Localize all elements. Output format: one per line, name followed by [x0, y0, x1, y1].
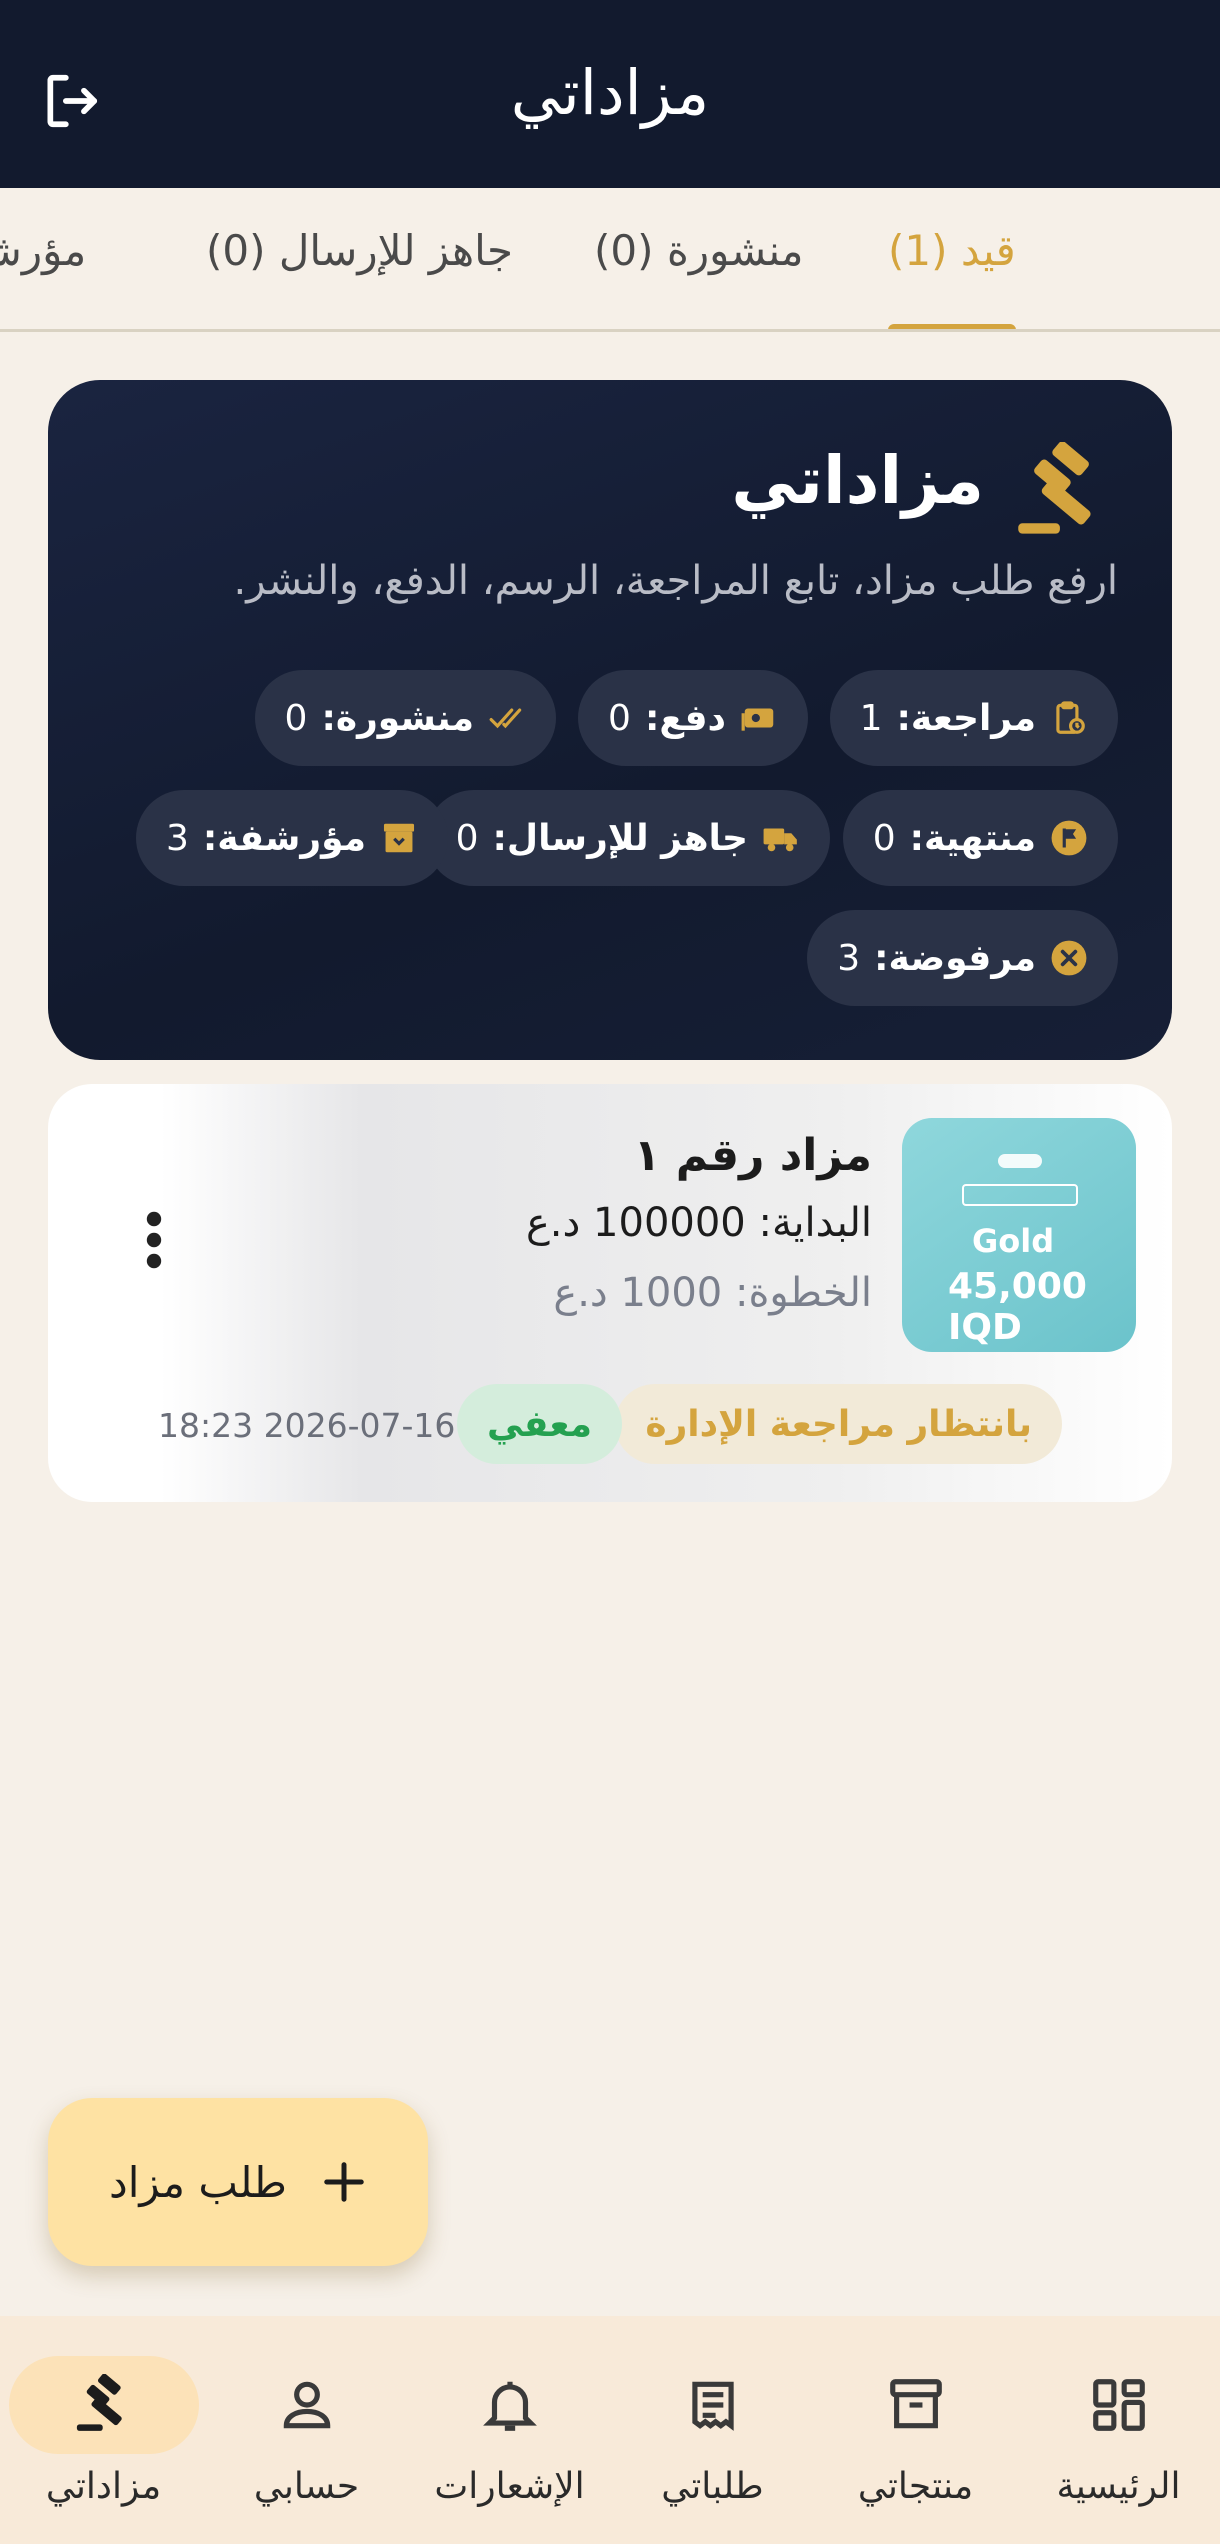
gavel-icon	[1018, 442, 1091, 534]
stat-value: 3	[165, 817, 189, 859]
gavel-icon	[76, 2374, 122, 2431]
archive-box-icon	[889, 2379, 942, 2429]
card-amount-text: 45,000 IQD	[948, 1266, 1087, 1348]
nav-label: طلباتي	[661, 2466, 764, 2507]
auction-title: مزاد رقم ١	[633, 1130, 872, 1181]
tab-archived[interactable]: مؤرشفة (3)	[0, 226, 86, 275]
auction-start-price: البداية: 100000 د.ع	[525, 1200, 872, 1246]
archive-icon	[383, 823, 415, 853]
stat-chip-payment[interactable]: دفع: 0	[578, 670, 808, 766]
nav-label: الإشعارات	[434, 2466, 585, 2507]
stat-value: 0	[284, 697, 308, 739]
tab-ready-to-ship[interactable]: جاهز للإرسال (0)	[206, 226, 513, 275]
stat-label: منتهية:	[909, 817, 1036, 859]
auction-step: الخطوة: 1000 د.ع	[553, 1270, 872, 1316]
stat-label: مؤرشفة:	[202, 817, 366, 859]
person-icon	[283, 2381, 330, 2429]
nav-item-home[interactable]: الرئيسية	[1017, 2316, 1220, 2544]
nav-label: مزاداتي	[45, 2466, 162, 2507]
bell-icon	[482, 2381, 537, 2431]
stat-value: 0	[872, 817, 896, 859]
page-title: مزاداتي	[510, 56, 710, 129]
stat-label: دفع:	[644, 697, 726, 739]
card-brand-text: Gold	[972, 1222, 1055, 1260]
nav-item-account[interactable]: حسابي	[205, 2316, 408, 2544]
status-badge: بانتظار مراجعة الإدارة	[615, 1384, 1062, 1464]
stat-value: 0	[455, 817, 479, 859]
truck-icon	[763, 828, 797, 852]
stat-value: 3	[837, 937, 861, 979]
cancel-icon	[1051, 940, 1087, 976]
fee-badge: معفي	[457, 1384, 622, 1464]
status-tabs: قيد (1) منشورة (0) جاهز للإرسال (0) مؤرش…	[0, 188, 1220, 332]
double-check-icon	[489, 708, 522, 729]
tab-pending[interactable]: قيد (1)	[888, 226, 1016, 275]
nav-item-notifications[interactable]: الإشعارات	[408, 2316, 611, 2544]
nav-label: منتجاتي	[857, 2466, 974, 2507]
more-options-icon[interactable]	[142, 1210, 166, 1270]
brand-logo	[998, 1154, 1042, 1168]
stat-value: 0	[608, 697, 631, 739]
logout-icon[interactable]	[40, 70, 102, 132]
app-bar: مزاداتي	[0, 0, 1220, 188]
fab-label: طلب مزاد	[109, 2157, 287, 2207]
request-auction-button[interactable]: طلب مزاد	[48, 2098, 428, 2266]
summary-title: مزاداتي	[731, 442, 984, 519]
stat-label: جاهز للإرسال:	[492, 817, 748, 859]
nav-item-orders[interactable]: طلباتي	[611, 2316, 814, 2544]
stat-chip-rejected[interactable]: مرفوضة: 3	[807, 910, 1118, 1006]
stat-label: منشورة:	[321, 697, 474, 739]
nav-label: حسابي	[253, 2466, 360, 2507]
auctions-summary-card: مزاداتي ارفع طلب مزاد، تابع المراجعة، ال…	[48, 380, 1172, 1060]
auction-timestamp: 18:23 2026-07-16	[158, 1406, 456, 1445]
stat-label: مرفوضة:	[874, 937, 1036, 979]
clipboard-clock-icon	[1056, 701, 1085, 734]
receipt-icon	[691, 2381, 734, 2431]
stat-label: مراجعة:	[896, 697, 1036, 739]
auction-card[interactable]: Gold 45,000 IQD مزاد رقم ١ البداية: 1000…	[48, 1084, 1172, 1502]
nav-label: الرئيسية	[1056, 2466, 1181, 2507]
promo-banner	[962, 1184, 1078, 1206]
stat-value: 1	[859, 697, 883, 739]
auction-image: Gold 45,000 IQD	[902, 1118, 1136, 1352]
nav-item-products[interactable]: منتجاتي	[814, 2316, 1017, 2544]
flag-icon	[1051, 820, 1087, 856]
stat-chip-archived[interactable]: مؤرشفة: 3	[135, 790, 448, 886]
stat-chip-ready-to-ship[interactable]: جاهز للإرسال: 0	[425, 790, 830, 886]
active-tab-indicator	[888, 324, 1016, 329]
tab-published[interactable]: منشورة (0)	[594, 226, 803, 275]
plus-icon	[324, 2162, 364, 2202]
dashboard-icon	[1092, 2379, 1145, 2431]
summary-subtitle: ارفع طلب مزاد، تابع المراجعة، الرسم، الد…	[233, 558, 1118, 604]
nav-item-my-auctions[interactable]: مزاداتي	[2, 2316, 205, 2544]
payment-icon	[741, 708, 774, 731]
bottom-navigation: الرئيسية منتجاتي طلباتي الإشعارات حسابي …	[0, 2316, 1220, 2544]
stat-chip-review[interactable]: مراجعة: 1	[829, 670, 1118, 766]
stat-chip-ended[interactable]: منتهية: 0	[842, 790, 1118, 886]
stat-chip-published[interactable]: منشورة: 0	[254, 670, 556, 766]
